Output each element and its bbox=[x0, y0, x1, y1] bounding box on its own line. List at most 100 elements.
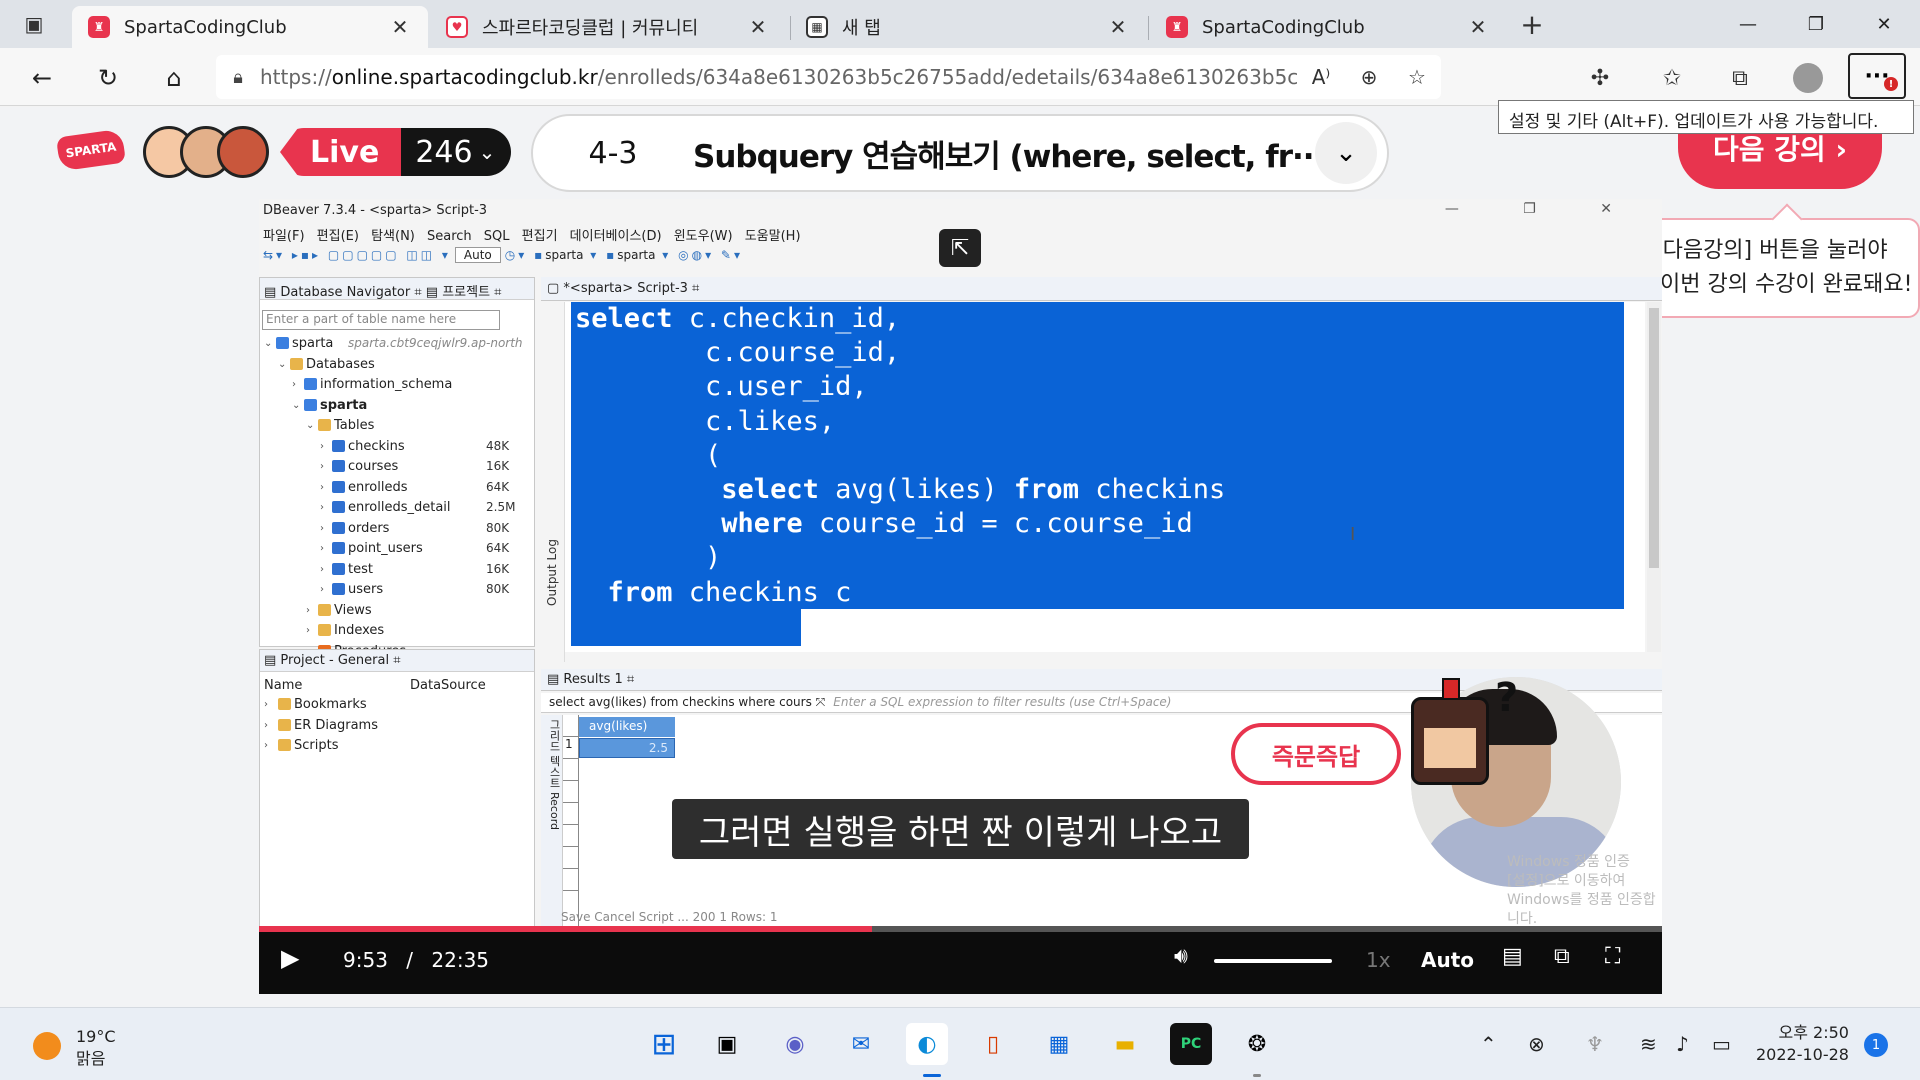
tree-collapse-icon[interactable]: ⌄ bbox=[264, 338, 272, 349]
restore-icon[interactable]: ❐ bbox=[1786, 0, 1846, 48]
popout-icon[interactable]: ⇱ bbox=[939, 229, 981, 267]
tree-item[interactable]: › point_users 64K bbox=[260, 539, 534, 560]
collections-icon[interactable]: ⧉ bbox=[1720, 60, 1760, 96]
tree-item[interactable]: › enrolleds 64K bbox=[260, 478, 534, 499]
notification-badge[interactable]: 1 bbox=[1864, 1033, 1888, 1057]
tab-community[interactable]: ♥ 스파르타코딩클럽 | 커뮤니티 ✕ bbox=[430, 6, 786, 48]
tree-expand-icon[interactable]: › bbox=[320, 543, 324, 554]
new-tab-plus-icon[interactable]: + bbox=[1516, 8, 1548, 41]
tray-app-icon[interactable]: ♆ bbox=[1586, 1032, 1604, 1056]
tree-item[interactable]: › information_schema bbox=[260, 375, 534, 396]
tree-item[interactable]: ⌄ Tables bbox=[260, 416, 534, 437]
tree-item[interactable]: ⌄ Databases bbox=[260, 355, 534, 376]
captions-icon[interactable]: ▤ bbox=[1502, 944, 1523, 969]
sparta-logo[interactable]: SPARTA bbox=[55, 128, 127, 172]
tree-expand-icon[interactable]: › bbox=[320, 564, 324, 575]
mail-icon[interactable]: ✉ bbox=[840, 1023, 882, 1065]
url-text[interactable]: https://online.spartacodingclub.kr/enrol… bbox=[260, 65, 1297, 89]
tree-expand-icon[interactable]: › bbox=[320, 502, 324, 513]
fullscreen-icon[interactable]: ⛶ bbox=[1605, 944, 1620, 969]
tree-expand-icon[interactable]: › bbox=[320, 584, 324, 595]
wifi-icon[interactable]: ≋ bbox=[1640, 1032, 1657, 1056]
address-bar[interactable]: 🔒︎ https://online.spartacodingclub.kr/en… bbox=[216, 55, 1441, 99]
profile-avatar-icon[interactable] bbox=[1788, 60, 1828, 96]
tree-item[interactable]: › Views bbox=[260, 601, 534, 622]
favorite-star-icon[interactable]: ☆ bbox=[1393, 65, 1441, 89]
close-tab-icon[interactable]: ✕ bbox=[1466, 15, 1490, 39]
task-view-icon[interactable]: ▣ bbox=[706, 1023, 748, 1065]
tree-expand-icon[interactable]: › bbox=[320, 523, 324, 534]
table-icon bbox=[332, 439, 345, 452]
tab-actions-icon[interactable]: ▣ bbox=[18, 8, 50, 40]
settings-more-button[interactable]: ···! bbox=[1848, 53, 1906, 99]
playback-speed[interactable]: 1x bbox=[1366, 948, 1391, 972]
progress-bar[interactable] bbox=[259, 926, 1662, 932]
close-window-icon[interactable]: ✕ bbox=[1854, 0, 1914, 48]
tree-item-label: Views bbox=[334, 602, 372, 618]
file-explorer-icon[interactable]: ▬ bbox=[1104, 1023, 1146, 1065]
battery-icon[interactable]: ▭ bbox=[1712, 1032, 1731, 1056]
chevron-down-icon[interactable]: ⌄ bbox=[1315, 122, 1377, 184]
tree-expand-icon[interactable]: › bbox=[320, 441, 324, 452]
lock-icon[interactable]: 🔒︎ bbox=[216, 67, 260, 88]
tree-item[interactable]: › courses 16K bbox=[260, 457, 534, 478]
tree-item[interactable]: ⌄ sparta bbox=[260, 396, 534, 417]
tree-item[interactable]: › test 16K bbox=[260, 560, 534, 581]
speaker-icon[interactable]: ♪ bbox=[1676, 1032, 1689, 1056]
tree-item[interactable]: ⌄ sparta sparta.cbt9ceqjwlr9.ap-north bbox=[260, 334, 534, 355]
tab-spartacodingclub-active[interactable]: ♜ SpartaCodingClub ✕ bbox=[72, 6, 428, 48]
minimize-icon[interactable]: — bbox=[1718, 0, 1778, 48]
tray-app-close-icon[interactable]: ⊗ bbox=[1528, 1032, 1545, 1056]
zoom-icon[interactable]: ⊕ bbox=[1345, 65, 1393, 89]
edge-browser-icon[interactable]: ◐ bbox=[906, 1023, 948, 1065]
results-tab-title: Results 1 bbox=[563, 672, 623, 687]
close-tab-icon[interactable]: ✕ bbox=[1106, 15, 1130, 39]
office-icon[interactable]: ▯ bbox=[972, 1023, 1014, 1065]
ask-question-button[interactable]: 즉문즉답 bbox=[1231, 723, 1401, 785]
dbeaver-beaver-icon[interactable]: ❂ bbox=[1236, 1023, 1278, 1065]
weather-widget[interactable]: 19°C 맑음 bbox=[76, 1026, 116, 1070]
reload-icon[interactable]: ↻ bbox=[88, 58, 128, 98]
clock[interactable]: 오후 2:50 2022-10-28 bbox=[1756, 1022, 1849, 1066]
play-icon[interactable]: ▶ bbox=[281, 944, 311, 980]
extensions-puzzle-icon[interactable]: ✣ bbox=[1580, 60, 1620, 96]
tree-collapse-icon[interactable]: ⌄ bbox=[278, 359, 286, 370]
sql-line: where course_id = c.course_id bbox=[575, 507, 1225, 541]
tree-collapse-icon[interactable]: ⌄ bbox=[306, 420, 314, 431]
close-tab-icon[interactable]: ✕ bbox=[388, 15, 412, 39]
tab-spartacodingclub-2[interactable]: ♜ SpartaCodingClub ✕ bbox=[1150, 6, 1506, 48]
volume-slider[interactable] bbox=[1214, 959, 1332, 963]
temperature: 19°C bbox=[76, 1027, 116, 1046]
sql-line: ) bbox=[575, 541, 1225, 575]
selection-highlight-tail bbox=[571, 609, 801, 646]
tree-item[interactable]: › orders 80K bbox=[260, 519, 534, 540]
tree-item[interactable]: › enrolleds_detail 2.5M bbox=[260, 498, 534, 519]
tree-item[interactable]: › checkins 48K bbox=[260, 437, 534, 458]
start-windows-icon[interactable]: ⊞ bbox=[643, 1023, 685, 1065]
tree-expand-icon[interactable]: › bbox=[306, 605, 310, 616]
tree-expand-icon[interactable]: › bbox=[320, 461, 324, 472]
picture-in-picture-icon[interactable]: ⧉ bbox=[1554, 944, 1570, 969]
tab-new-tab[interactable]: ▦ 새 탭 ✕ bbox=[790, 6, 1146, 48]
back-arrow-icon[interactable]: ← bbox=[22, 58, 62, 98]
tree-collapse-icon[interactable]: ⌄ bbox=[292, 400, 300, 411]
read-aloud-icon[interactable]: A⁾ bbox=[1297, 65, 1345, 89]
quality-select[interactable]: Auto bbox=[1421, 948, 1474, 972]
tree-expand-icon[interactable]: › bbox=[306, 625, 310, 636]
tray-overflow-chevron-icon[interactable]: ⌃ bbox=[1480, 1032, 1497, 1056]
close-tab-icon[interactable]: ✕ bbox=[746, 15, 770, 39]
video-player[interactable]: DBeaver 7.3.4 - <sparta> Script-3 — ❐ ✕ … bbox=[259, 199, 1662, 994]
store-icon[interactable]: ▦ bbox=[1038, 1023, 1080, 1065]
home-icon[interactable]: ⌂ bbox=[154, 58, 194, 98]
chat-icon[interactable]: ◉ bbox=[774, 1023, 816, 1065]
tree-expand-icon[interactable]: › bbox=[292, 379, 296, 390]
pycharm-icon[interactable]: PC bbox=[1170, 1023, 1212, 1065]
favorites-list-icon[interactable]: ✩ bbox=[1652, 60, 1692, 96]
tree-item[interactable]: › Indexes bbox=[260, 621, 534, 642]
tree-expand-icon[interactable]: › bbox=[320, 482, 324, 493]
tree-item[interactable]: › users 80K bbox=[260, 580, 534, 601]
sun-icon[interactable] bbox=[33, 1032, 61, 1060]
live-count-pill[interactable]: 246 ⌄ bbox=[401, 128, 512, 176]
lesson-selector[interactable]: 4-3 Subquery 연습해보기 (where, select, fr···… bbox=[531, 114, 1389, 192]
volume-icon[interactable]: 🔊︎ bbox=[1174, 944, 1188, 969]
